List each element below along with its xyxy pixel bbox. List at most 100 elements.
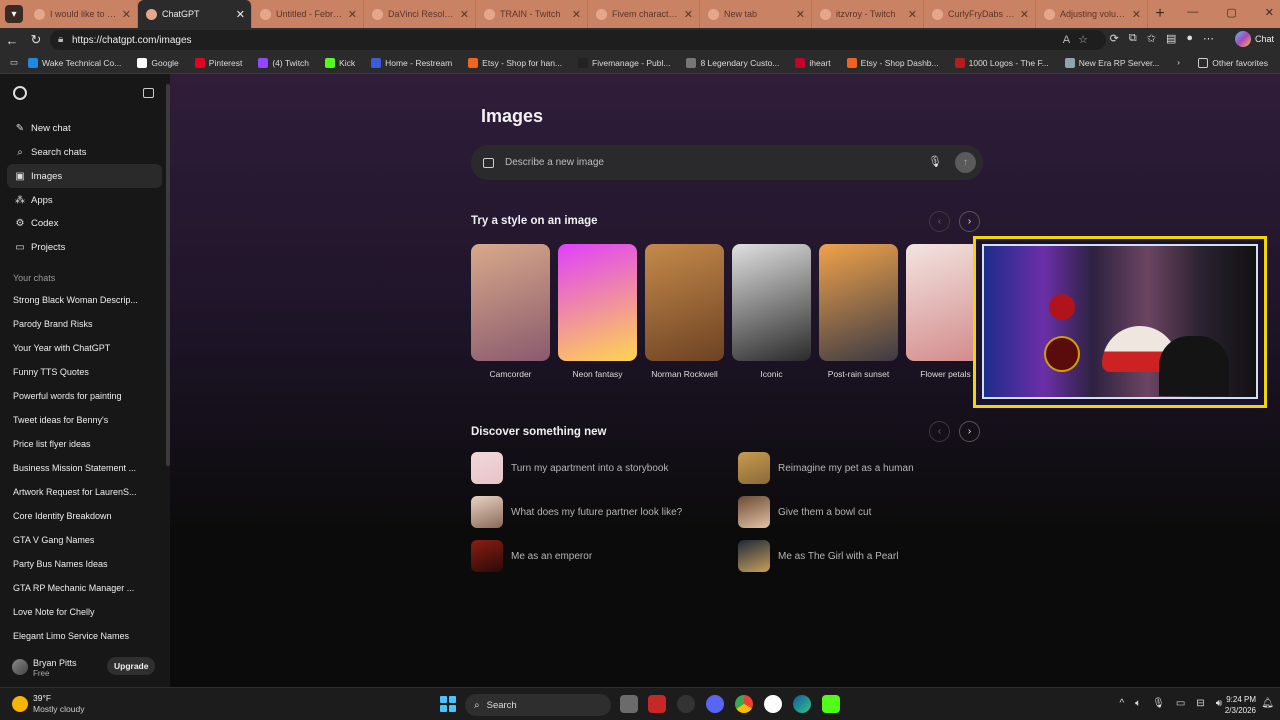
favorites-icon[interactable]: ✩: [1147, 32, 1156, 45]
bookmark-item[interactable]: Fivemanage - Publ...: [578, 57, 670, 68]
tab-close-icon[interactable]: ✕: [460, 8, 469, 21]
bookmark-item[interactable]: Etsy - Shop for han...: [468, 57, 562, 68]
close-window-icon[interactable]: ✕: [1265, 6, 1274, 19]
styles-prev-arrow-icon[interactable]: ‹: [929, 211, 950, 232]
discover-item[interactable]: What does my future partner look like?: [471, 496, 682, 528]
profile-avatar[interactable]: ●: [1186, 32, 1193, 45]
chat-history-item[interactable]: GTA RP Mechanic Manager ...: [13, 583, 153, 593]
volume-icon[interactable]: 🔊︎: [1216, 698, 1222, 709]
other-favorites-folder[interactable]: Other favorites: [1198, 58, 1268, 68]
clock[interactable]: 9:24 PM 2/3/2026: [1225, 694, 1256, 716]
chat-history-item[interactable]: Artwork Request for LaurenS...: [13, 487, 153, 497]
speaker-icon[interactable]: 🔈︎: [1135, 698, 1141, 709]
chat-history-item[interactable]: Elegant Limo Service Names: [13, 631, 153, 641]
bookmark-item[interactable]: 8 Legendary Custo...: [686, 57, 779, 68]
discover-prev-arrow-icon[interactable]: ‹: [929, 421, 950, 442]
chat-history-item[interactable]: Powerful words for painting: [13, 391, 153, 401]
discover-item[interactable]: Me as an emperor: [471, 540, 592, 572]
chat-history-item[interactable]: Parody Brand Risks: [13, 319, 153, 329]
bookmark-item[interactable]: iheart: [795, 57, 831, 68]
minimize-icon[interactable]: —: [1187, 6, 1198, 19]
browser-tab[interactable]: Fivem character nam ✕: [588, 0, 700, 28]
style-card[interactable]: Norman Rockwell: [645, 244, 724, 379]
tab-close-icon[interactable]: ✕: [348, 8, 357, 21]
notification-bell-icon[interactable]: 🔔︎: [1261, 698, 1274, 709]
obs-icon[interactable]: [677, 695, 695, 713]
chat-history-item[interactable]: Business Mission Statement ...: [13, 463, 153, 473]
bookmark-item[interactable]: Etsy - Shop Dashb...: [846, 57, 939, 68]
read-aloud-icon[interactable]: A: [1063, 34, 1078, 46]
bookmark-item[interactable]: New Era RP Server...: [1064, 57, 1159, 68]
sidebar-item-codex[interactable]: ⚙ Codex: [7, 211, 162, 235]
browser-tab[interactable]: Untitled - February D ✕: [252, 0, 364, 28]
google-icon[interactable]: [764, 695, 782, 713]
chat-history-item[interactable]: Strong Black Woman Descrip...: [13, 295, 153, 305]
tab-close-icon[interactable]: ✕: [684, 8, 693, 21]
voicemod-icon[interactable]: [648, 695, 666, 713]
microphone-icon[interactable]: 🎙︎: [928, 155, 942, 168]
send-button[interactable]: ↑: [955, 152, 976, 173]
network-icon[interactable]: ⊟: [1196, 698, 1204, 709]
chat-history-item[interactable]: Party Bus Names Ideas: [13, 559, 153, 569]
browser-tab[interactable]: DaVinci Resolve free ✕: [364, 0, 476, 28]
browser-tab[interactable]: ChatGPT ✕: [138, 0, 252, 28]
tab-close-icon[interactable]: ✕: [572, 8, 581, 21]
tab-close-icon[interactable]: ✕: [1020, 8, 1029, 21]
address-bar[interactable]: 🔒︎ https://chatgpt.com/images A☆: [50, 30, 1106, 50]
style-card[interactable]: Iconic: [732, 244, 811, 379]
chat-history-item[interactable]: Funny TTS Quotes: [13, 367, 153, 377]
split-screen-icon[interactable]: ⧉: [1129, 32, 1137, 45]
display-icon[interactable]: ▭: [1176, 698, 1185, 709]
browser-tab[interactable]: Adjusting volume fo ✕: [1036, 0, 1148, 28]
chrome-icon[interactable]: [735, 695, 753, 713]
bookmark-item[interactable]: Google: [137, 57, 179, 68]
sidebar-item-search-chats[interactable]: ⌕ Search chats: [7, 140, 162, 164]
bookmark-item[interactable]: Wake Technical Co...: [28, 57, 121, 68]
favorite-star-icon[interactable]: ☆: [1078, 34, 1096, 46]
bookmark-item[interactable]: Pinterest: [194, 57, 242, 68]
chevron-up-icon[interactable]: ^: [1119, 698, 1124, 709]
browser-tab[interactable]: New tab ✕: [700, 0, 812, 28]
image-prompt-input[interactable]: Describe a new image 🎙︎ ↑: [471, 145, 983, 180]
mic-tray-icon[interactable]: 🎙︎: [1152, 698, 1165, 709]
edge-icon[interactable]: [793, 695, 811, 713]
chat-history-item[interactable]: Tweet ideas for Benny's: [13, 415, 153, 425]
discover-item[interactable]: Reimagine my pet as a human: [738, 452, 914, 484]
reading-list-icon[interactable]: ▭: [0, 57, 28, 68]
browser-tab[interactable]: TRAIN - Twitch ✕: [476, 0, 588, 28]
tab-actions-menu-icon[interactable]: ▾: [5, 5, 23, 23]
chat-history-item[interactable]: Core Identity Breakdown: [13, 511, 153, 521]
discord-icon[interactable]: [706, 695, 724, 713]
tab-close-icon[interactable]: ✕: [122, 8, 131, 21]
styles-next-arrow-icon[interactable]: ›: [959, 211, 980, 232]
chevron-right-icon[interactable]: ›: [1177, 57, 1180, 67]
bookmark-item[interactable]: Kick: [325, 57, 355, 68]
extensions-icon[interactable]: ⟳: [1110, 32, 1119, 45]
refresh-icon[interactable]: ↻: [24, 32, 48, 48]
style-card[interactable]: Camcorder: [471, 244, 550, 379]
style-card[interactable]: Neon fantasy: [558, 244, 637, 379]
sidebar-toggle-icon[interactable]: [143, 88, 154, 98]
sidebar-scrollbar[interactable]: [166, 84, 170, 466]
collections-icon[interactable]: ▤: [1166, 32, 1176, 45]
sidebar-item-new-chat[interactable]: ✎ New chat: [7, 116, 162, 140]
add-image-icon[interactable]: [483, 157, 494, 168]
sidebar-item-projects[interactable]: ▭ Projects: [7, 235, 162, 259]
tab-close-icon[interactable]: ✕: [908, 8, 917, 21]
kick-icon[interactable]: [822, 695, 840, 713]
discover-item[interactable]: Me as The Girl with a Pearl: [738, 540, 898, 572]
upgrade-button[interactable]: Upgrade: [107, 657, 156, 675]
openai-logo-icon[interactable]: [13, 86, 27, 100]
sidebar-item-images[interactable]: ▣ Images: [7, 164, 162, 188]
bookmark-item[interactable]: Home - Restream: [371, 57, 452, 68]
chat-history-item[interactable]: Your Year with ChatGPT: [13, 343, 153, 353]
discover-next-arrow-icon[interactable]: ›: [959, 421, 980, 442]
taskbar-search[interactable]: ⌕ Search: [465, 694, 611, 716]
more-menu-icon[interactable]: ⋯: [1203, 32, 1214, 45]
bookmark-item[interactable]: 1000 Logos - The F...: [954, 57, 1049, 68]
sidebar-item-apps[interactable]: ⁂ Apps: [7, 188, 162, 212]
tab-close-icon[interactable]: ✕: [796, 8, 805, 21]
copilot-button[interactable]: Chat: [1234, 31, 1274, 47]
style-card[interactable]: Post-rain sunset: [819, 244, 898, 379]
browser-tab[interactable]: CurlyFryDabs Stream ✕: [924, 0, 1036, 28]
